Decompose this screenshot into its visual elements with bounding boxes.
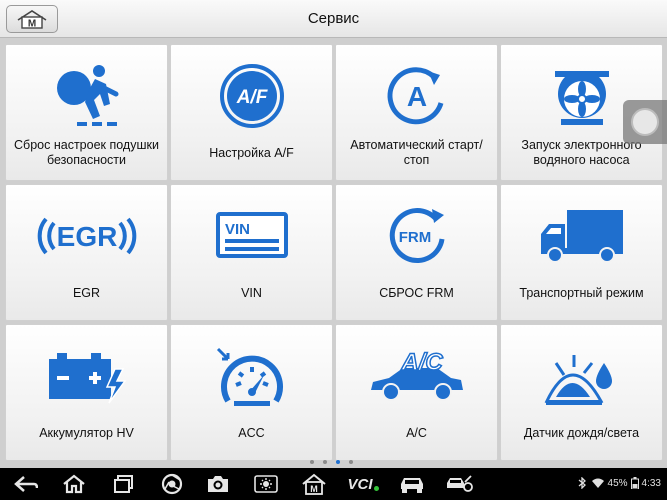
svg-text:A/F: A/F — [235, 87, 268, 108]
page-dot[interactable] — [349, 460, 353, 464]
tile-auto-start-stop[interactable]: A Автоматический старт/стоп — [335, 44, 498, 181]
airbag-icon — [56, 65, 118, 126]
floating-assistive-button[interactable] — [623, 100, 667, 144]
maxisys-home-icon[interactable]: M — [300, 472, 328, 496]
egr-icon: EGR — [37, 217, 136, 255]
tile-label: Настройка A/F — [209, 145, 294, 160]
wifi-icon — [591, 478, 604, 488]
recent-apps-icon[interactable] — [110, 472, 138, 496]
title-bar: M Сервис — [0, 0, 667, 38]
bluetooth-icon — [578, 477, 586, 489]
svg-text:A/C: A/C — [400, 349, 443, 376]
tile-label: Сброс настроек подушки безопасности — [14, 138, 159, 167]
back-icon[interactable] — [12, 472, 40, 496]
system-navbar: M VCI 45% 4:33 — [0, 468, 667, 500]
tile-vin[interactable]: VIN VIN — [170, 184, 333, 321]
tile-af-setup[interactable]: A/F Настройка A/F — [170, 44, 333, 181]
auto-start-stop-icon: A — [387, 67, 443, 125]
frm-icon: FRM — [389, 208, 444, 263]
tile-transport-mode[interactable]: Транспортный режим — [500, 184, 663, 321]
svg-text:A: A — [406, 81, 426, 112]
af-icon: A/F — [219, 64, 284, 128]
clock: 4:33 — [641, 477, 661, 489]
main-content: Сброс настроек подушки безопасности A/F … — [0, 38, 667, 468]
home-nav-icon[interactable] — [60, 472, 88, 496]
vci-status-icon[interactable]: VCI — [346, 472, 380, 496]
page-dot-active[interactable] — [336, 460, 340, 464]
tile-label: Аккумулятор HV — [39, 425, 134, 440]
vci-label: VCI — [347, 475, 373, 493]
svg-text:VIN: VIN — [225, 221, 250, 238]
tile-label: EGR — [72, 285, 101, 300]
rain-light-sensor-icon — [544, 355, 612, 405]
battery-percent: 45% — [607, 477, 628, 489]
tile-label: VIN — [241, 285, 262, 300]
page-indicator — [310, 460, 353, 464]
tile-acc[interactable]: ACC — [170, 324, 333, 461]
tile-label: СБРОС FRM — [379, 285, 454, 300]
water-pump-icon — [554, 71, 609, 125]
tile-label: Транспортный режим — [519, 285, 644, 300]
svg-text:M: M — [310, 484, 318, 494]
camera-icon[interactable] — [204, 472, 232, 496]
browser-icon[interactable] — [158, 472, 186, 496]
tile-label: Датчик дождя/света — [523, 425, 640, 440]
svg-text:EGR: EGR — [56, 221, 117, 252]
vin-icon: VIN — [215, 212, 288, 258]
tile-label: Автоматический старт/стоп — [350, 138, 483, 167]
tile-label: A/C — [406, 425, 427, 440]
service-grid: Сброс настроек подушки безопасности A/F … — [5, 44, 663, 461]
status-area: 45% 4:33 — [576, 477, 661, 489]
battery-icon — [630, 477, 639, 489]
ac-car-icon: A/C — [370, 348, 463, 401]
page-dot[interactable] — [310, 460, 314, 464]
truck-icon — [540, 210, 623, 263]
tile-rain-light-sensor[interactable]: Датчик дождя/света — [500, 324, 663, 461]
tile-ac[interactable]: A/C A/C — [335, 324, 498, 461]
assistive-circle-icon — [631, 108, 659, 136]
brightness-icon[interactable] — [252, 472, 280, 496]
tile-battery-hv[interactable]: Аккумулятор HV — [5, 324, 168, 461]
page-dot[interactable] — [323, 460, 327, 464]
vci-connected-dot — [373, 485, 379, 491]
acc-speedometer-icon — [216, 347, 283, 406]
tile-egr[interactable]: EGR EGR — [5, 184, 168, 321]
page-title: Сервис — [307, 10, 360, 27]
battery-hv-icon — [48, 353, 126, 404]
tile-airbag-reset[interactable]: Сброс настроек подушки безопасности — [5, 44, 168, 181]
car-tool-icon[interactable] — [444, 472, 474, 496]
tile-label: ACC — [238, 425, 265, 440]
tile-frm-reset[interactable]: FRM СБРОС FRM — [335, 184, 498, 321]
svg-text:FRM: FRM — [398, 229, 431, 246]
car-icon[interactable] — [398, 472, 426, 496]
